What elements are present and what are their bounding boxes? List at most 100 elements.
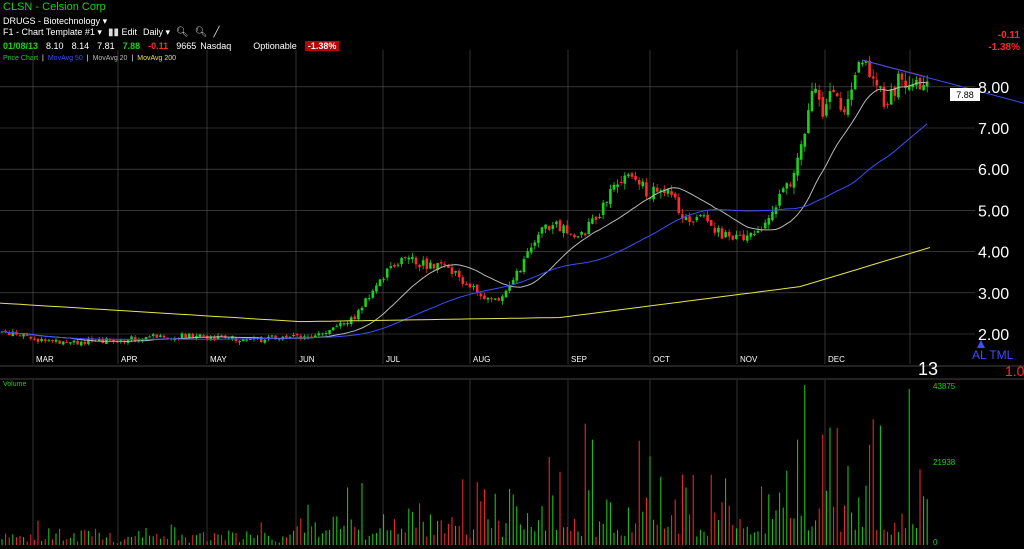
candle-body (825, 104, 828, 116)
candle-body (389, 266, 393, 268)
volume-tick-label: 43875 (933, 382, 956, 391)
candle-body (724, 232, 727, 238)
candle-body (925, 81, 929, 87)
candle-body (393, 264, 396, 267)
candle-body (645, 182, 648, 197)
candle-body (843, 109, 846, 113)
corner-value: 1.0 (1005, 363, 1024, 379)
candle-body (565, 225, 569, 234)
candle-body (504, 290, 508, 298)
month-label: JUN (299, 355, 315, 364)
candle-body (738, 234, 742, 236)
candle-body (616, 184, 619, 188)
candle-body (634, 175, 637, 180)
candle-body (25, 334, 29, 336)
candle-body (699, 215, 702, 217)
price-volume-chart[interactable]: 8.00 7.00 6.00 5.00 4.00 3.00 2.00 7.88 MAR APR… (0, 0, 1024, 549)
candle-body (403, 256, 407, 259)
candle-body (814, 88, 817, 93)
month-label: JUL (386, 355, 401, 364)
candle-body (483, 295, 486, 300)
candle-body (576, 236, 580, 238)
candle-body (263, 339, 267, 343)
candle-body (33, 338, 36, 340)
candle-body (450, 267, 454, 275)
candle-body (360, 307, 364, 311)
candle-body (432, 264, 436, 269)
candle-body (490, 298, 493, 300)
candle-body (79, 341, 83, 346)
price-candles (0, 55, 929, 347)
candle-body (857, 62, 861, 73)
candle-body (159, 335, 162, 338)
candle-body (861, 62, 864, 65)
candle-body (40, 338, 43, 342)
volume-tick-label: 21938 (933, 458, 956, 467)
candle-body (835, 93, 839, 97)
last-price-tag: 7.88 (950, 88, 980, 101)
candle-body (706, 214, 709, 222)
candle-body (439, 262, 443, 264)
candle-body (587, 221, 591, 235)
month-label: OCT (653, 355, 670, 364)
candle-body (76, 340, 79, 345)
candle-body (522, 258, 526, 273)
candle-body (569, 233, 573, 235)
year-marker: 13 (918, 359, 938, 379)
candle-body (367, 298, 371, 300)
candle-body (785, 183, 789, 189)
candle-body (486, 297, 490, 300)
candle-body (54, 339, 58, 342)
candle-body (591, 218, 594, 224)
candle-body (72, 340, 76, 343)
candle-body (69, 342, 72, 344)
candle-body (627, 174, 630, 177)
candle-body (605, 201, 609, 203)
candle-body (749, 232, 753, 237)
candle-body (846, 99, 850, 115)
candle-body (691, 221, 695, 223)
candle-body (900, 73, 904, 80)
corner-label[interactable]: AL TML (972, 348, 1014, 362)
candle-body (717, 227, 720, 233)
price-tick-label: 7.00 (978, 121, 1009, 138)
candle-body (83, 341, 87, 345)
candle-body (151, 334, 155, 336)
candle-body (457, 270, 461, 278)
candle-body (612, 184, 616, 190)
candle-body (850, 89, 853, 100)
candle-body (357, 310, 360, 320)
candle-body (731, 235, 735, 240)
candle-body (411, 256, 414, 260)
candle-body (792, 172, 796, 188)
price-tick-label: 8.00 (978, 80, 1009, 97)
candle-body (414, 257, 418, 265)
candle-body (583, 233, 587, 236)
candle-body (346, 323, 349, 325)
candle-body (799, 144, 803, 160)
candle-body (461, 277, 465, 284)
chart-grid (0, 50, 1024, 545)
candle-body (443, 263, 447, 265)
candle-body (868, 60, 871, 77)
candle-body (875, 79, 879, 86)
candle-body (601, 202, 605, 215)
candle-body (609, 189, 612, 205)
candle-body (763, 222, 767, 229)
candle-body (630, 173, 634, 177)
candle-body (828, 91, 832, 102)
candle-body (789, 184, 792, 187)
candle-body (295, 334, 299, 336)
ma20-line (19, 81, 928, 342)
candle-body (515, 270, 519, 281)
candle-body (497, 298, 501, 301)
candle-body (727, 231, 731, 237)
candle-body (922, 84, 925, 91)
candle-body (713, 227, 717, 233)
candle-body (202, 335, 205, 337)
candle-body (832, 89, 835, 93)
candle-body (771, 211, 774, 221)
candle-body (551, 225, 555, 229)
month-label: MAY (210, 355, 227, 364)
volume-bars (1, 385, 928, 545)
